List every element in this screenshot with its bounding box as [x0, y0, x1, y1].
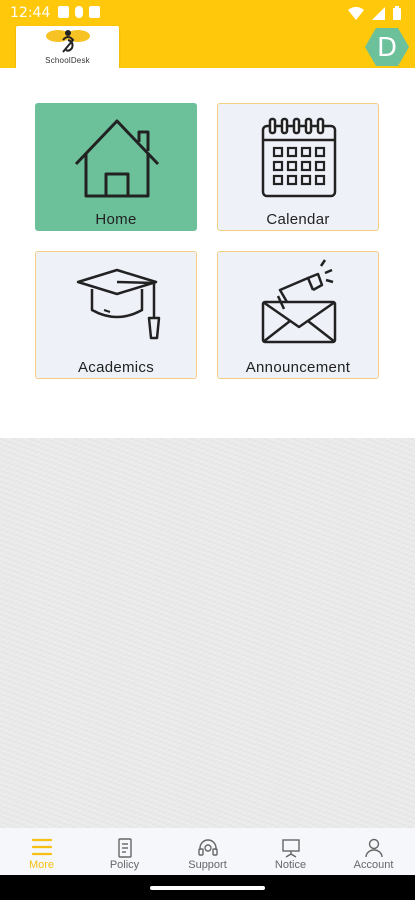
nav-label: Policy — [109, 859, 140, 871]
gesture-bar — [0, 875, 415, 900]
nav-item-notice[interactable]: Notice — [249, 828, 332, 875]
house-icon — [74, 119, 160, 198]
signal-icon — [372, 6, 385, 20]
notification-icon — [58, 6, 69, 18]
notification-icons — [58, 6, 100, 18]
megaphone-envelope-icon — [261, 259, 337, 344]
dashboard-panel: Home Calendar Academics Announcement — [0, 68, 415, 438]
avatar-letter: D — [376, 33, 398, 63]
status-time: 12:44 — [10, 5, 51, 21]
background-texture — [0, 438, 415, 828]
user-icon — [364, 838, 383, 858]
nav-label: Notice — [274, 859, 307, 871]
school-logo[interactable]: SchoolDesk — [16, 26, 119, 70]
headset-icon — [197, 839, 218, 856]
avatar[interactable]: D — [365, 27, 409, 67]
tile-academics[interactable]: Academics — [35, 251, 197, 379]
nav-label: Account — [353, 859, 394, 871]
system-icons — [348, 6, 401, 20]
nav-item-account[interactable]: Account — [332, 828, 415, 875]
tile-label: Academics — [77, 359, 155, 376]
nav-item-support[interactable]: Support — [166, 828, 249, 875]
status-bar: 12:44 — [0, 0, 415, 26]
tile-label: Calendar — [266, 211, 330, 228]
home-gesture-handle[interactable] — [150, 886, 265, 890]
notification-icon — [75, 6, 83, 18]
battery-icon — [393, 6, 401, 20]
tile-label: Announcement — [245, 359, 351, 376]
tile-calendar[interactable]: Calendar — [217, 103, 379, 231]
logo-text: SchoolDesk — [45, 56, 90, 65]
calendar-icon — [261, 117, 337, 198]
menu-icon — [31, 838, 52, 856]
tile-home[interactable]: Home — [35, 103, 197, 231]
sd-card-icon — [89, 6, 100, 18]
nav-label: More — [28, 859, 55, 871]
bottom-navigation: More Policy Support Notice Account — [0, 828, 415, 875]
tile-announcement[interactable]: Announcement — [217, 251, 379, 379]
nav-label: Support — [188, 859, 227, 871]
nav-item-more[interactable]: More — [0, 828, 83, 875]
notice-board-icon — [281, 839, 300, 858]
nav-item-policy[interactable]: Policy — [83, 828, 166, 875]
wifi-icon — [348, 6, 364, 20]
tile-label: Home — [95, 211, 137, 228]
graduation-cap-icon — [76, 268, 161, 340]
document-icon — [117, 838, 132, 858]
